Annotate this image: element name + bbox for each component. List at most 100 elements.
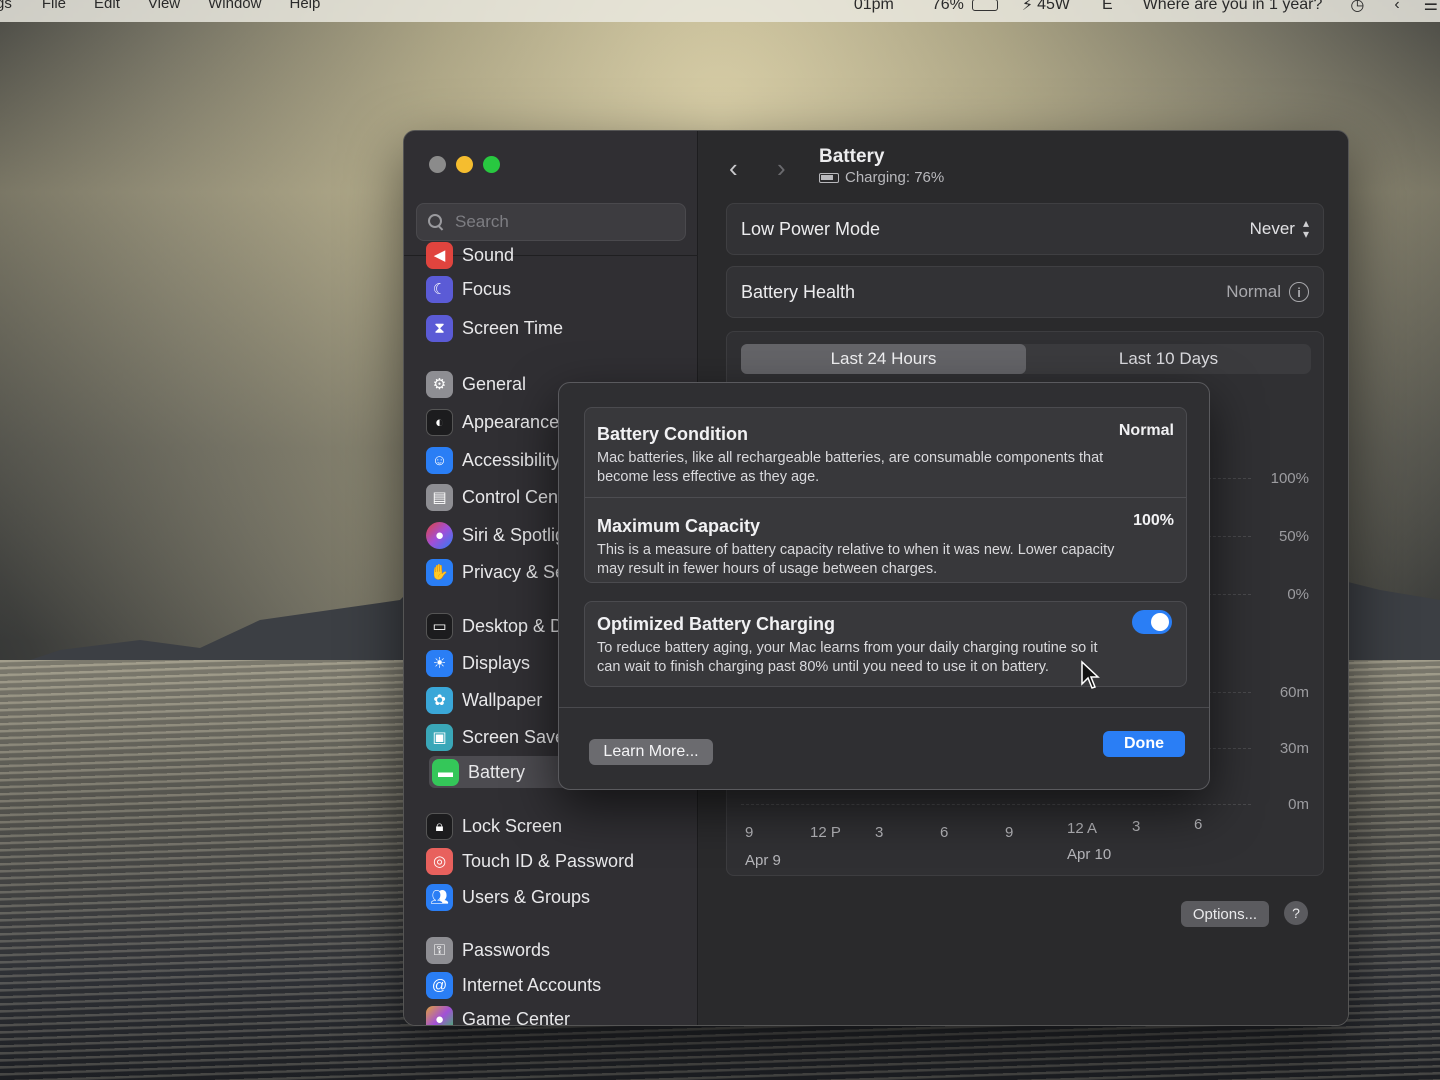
status-wattage[interactable]: 45W — [1037, 0, 1070, 14]
battery-condition-title: Battery Condition — [597, 424, 748, 444]
battery-health-status: Normal i — [1226, 282, 1309, 302]
sidebar-item-passwords[interactable]: ⚿ Passwords — [426, 934, 691, 966]
sidebar-item-label: Displays — [462, 652, 531, 673]
sidebar-item-label: Passwords — [462, 939, 551, 960]
sidebar-item-game-center[interactable]: ● Game Center — [426, 1003, 691, 1025]
x-axis-label: 12 P — [810, 824, 841, 841]
sidebar-item-label: Sound — [462, 244, 515, 265]
clock-icon[interactable]: ◷ — [1350, 0, 1364, 15]
low-power-mode-value: Never — [1249, 219, 1295, 238]
chevron-left-icon[interactable]: ‹ — [729, 153, 738, 184]
sidebar-item-sound[interactable]: ◀ Sound — [426, 239, 691, 271]
battery-condition-value: Normal — [1118, 422, 1174, 439]
sidebar-item-users-groups[interactable]: 👥︎ Users & Groups — [426, 881, 691, 913]
sidebar-item-internet-accounts[interactable]: @ Internet Accounts — [426, 969, 691, 1001]
menu-file[interactable]: File — [42, 0, 66, 12]
maximum-capacity-value: 100% — [1133, 512, 1174, 529]
up-down-chevron-icon: ▴ ▾ — [1302, 216, 1309, 241]
battery-status-icon[interactable] — [971, 0, 998, 11]
x-axis-label: 6 — [1194, 816, 1203, 833]
battery-icon: ▬ — [432, 758, 459, 786]
chevron-right-icon[interactable]: › — [777, 153, 786, 184]
status-battery-percent[interactable]: 76% — [932, 0, 964, 14]
control-centre-menu-icon[interactable]: ☰ — [1424, 0, 1438, 15]
chevron-left-icon[interactable]: ‹ — [1394, 0, 1399, 14]
sidebar-item-touch-id[interactable]: ◎ Touch ID & Password — [426, 845, 691, 877]
sidebar-item-label: Users & Groups — [462, 886, 591, 907]
speaker-icon: ◀ — [426, 241, 453, 269]
status-input-source[interactable]: E — [1102, 0, 1113, 14]
date-label: Apr 9 — [745, 852, 781, 869]
menu-app-name[interactable]: gs — [0, 0, 12, 12]
sidebar-item-label: Internet Accounts — [462, 974, 602, 995]
mouse-cursor-icon — [1081, 660, 1100, 689]
info-icon[interactable]: i — [1289, 282, 1309, 302]
battery-info-card: Battery Condition Normal Mac batteries, … — [584, 407, 1187, 583]
battery-health-value: Normal — [1226, 282, 1281, 301]
menu-edit[interactable]: Edit — [94, 0, 120, 12]
x-axis-label: 12 A — [1067, 820, 1098, 837]
search-icon — [427, 213, 445, 231]
flower-icon: ✿ — [426, 686, 453, 714]
menu-help[interactable]: Help — [289, 0, 320, 12]
date-label: Apr 10 — [1067, 846, 1112, 863]
close-button[interactable] — [429, 156, 446, 173]
chart-gridline — [741, 804, 1251, 805]
y-axis-label: 50% — [1278, 528, 1309, 545]
low-power-mode-select[interactable]: Never ▴ ▾ — [1249, 216, 1309, 241]
sidebar-item-label: Touch ID & Password — [462, 850, 635, 871]
x-axis-label: 3 — [1132, 818, 1141, 835]
siri-icon: ● — [426, 521, 453, 549]
lock-icon: 🔒︎ — [426, 812, 453, 840]
sidebar-item-label: Appearance — [462, 411, 560, 432]
done-button[interactable]: Done — [1103, 731, 1185, 757]
menu-bar: gs File Edit View Window Help 01pm 76% ⚡… — [0, 0, 1440, 22]
sidebar-item-label: Wallpaper — [462, 689, 543, 710]
sidebar-item-label: Focus — [462, 278, 512, 299]
tab-last-24-hours[interactable]: Last 24 Hours — [741, 344, 1026, 374]
menu-prompt-text[interactable]: Where are you in 1 year? — [1143, 0, 1323, 14]
screensaver-icon: ▣ — [426, 723, 453, 751]
bolt-icon: ⚡ — [1021, 0, 1034, 14]
optimized-charging-title: Optimized Battery Charging — [597, 614, 836, 634]
battery-condition-section: Battery Condition Normal Mac batteries, … — [585, 408, 1186, 487]
users-icon: 👥︎ — [426, 883, 453, 911]
battery-condition-description: Mac batteries, like all rechargeable bat… — [597, 450, 1104, 485]
maximum-capacity-section: Maximum Capacity 100% This is a measure … — [585, 498, 1186, 579]
help-button[interactable]: ? — [1284, 901, 1308, 925]
low-power-mode-label: Low Power Mode — [741, 218, 881, 239]
sidebar-item-label: Accessibility — [462, 449, 561, 470]
sidebar-item-screen-time[interactable]: ⧗ Screen Time — [426, 312, 691, 344]
optimized-charging-toggle[interactable] — [1132, 610, 1172, 634]
options-button[interactable]: Options... — [1181, 901, 1269, 927]
y-axis-label: 0% — [1287, 586, 1309, 603]
dock-icon: ▭ — [426, 612, 453, 640]
sidebar-item-label: Screen Time — [462, 317, 564, 338]
menu-window[interactable]: Window — [208, 0, 261, 12]
minimize-button[interactable] — [456, 156, 473, 173]
appearance-icon: ◐ — [426, 408, 453, 436]
sun-icon: ☀ — [426, 649, 453, 677]
sidebar-item-focus[interactable]: ☾ Focus — [426, 273, 691, 305]
search-field[interactable]: Search — [416, 203, 686, 241]
status-time[interactable]: 01pm — [854, 0, 894, 14]
learn-more-button[interactable]: Learn More... — [589, 739, 713, 765]
zoom-button[interactable] — [483, 156, 500, 173]
accessibility-icon: ☺ — [426, 446, 453, 474]
charging-status-text: Charging: 76% — [845, 169, 945, 186]
tab-last-10-days[interactable]: Last 10 Days — [1026, 344, 1311, 374]
gear-icon: ⚙ — [426, 370, 453, 398]
maximum-capacity-title: Maximum Capacity — [597, 516, 761, 536]
sidebar-item-lock-screen[interactable]: 🔒︎ Lock Screen — [426, 810, 691, 842]
search-placeholder: Search — [455, 212, 509, 231]
x-axis-label: 6 — [940, 824, 949, 841]
fingerprint-icon: ◎ — [426, 847, 453, 875]
y-axis-label: 60m — [1279, 684, 1309, 701]
menu-view[interactable]: View — [148, 0, 180, 12]
y-axis-label: 30m — [1279, 740, 1309, 757]
sidebar-item-label: Screen Saver — [462, 726, 572, 747]
maximum-capacity-description: This is a measure of battery capacity re… — [597, 542, 1115, 577]
time-range-segmented-control: Last 24 Hours Last 10 Days — [741, 344, 1311, 374]
game-center-icon: ● — [426, 1005, 453, 1025]
y-axis-label: 100% — [1270, 470, 1309, 487]
